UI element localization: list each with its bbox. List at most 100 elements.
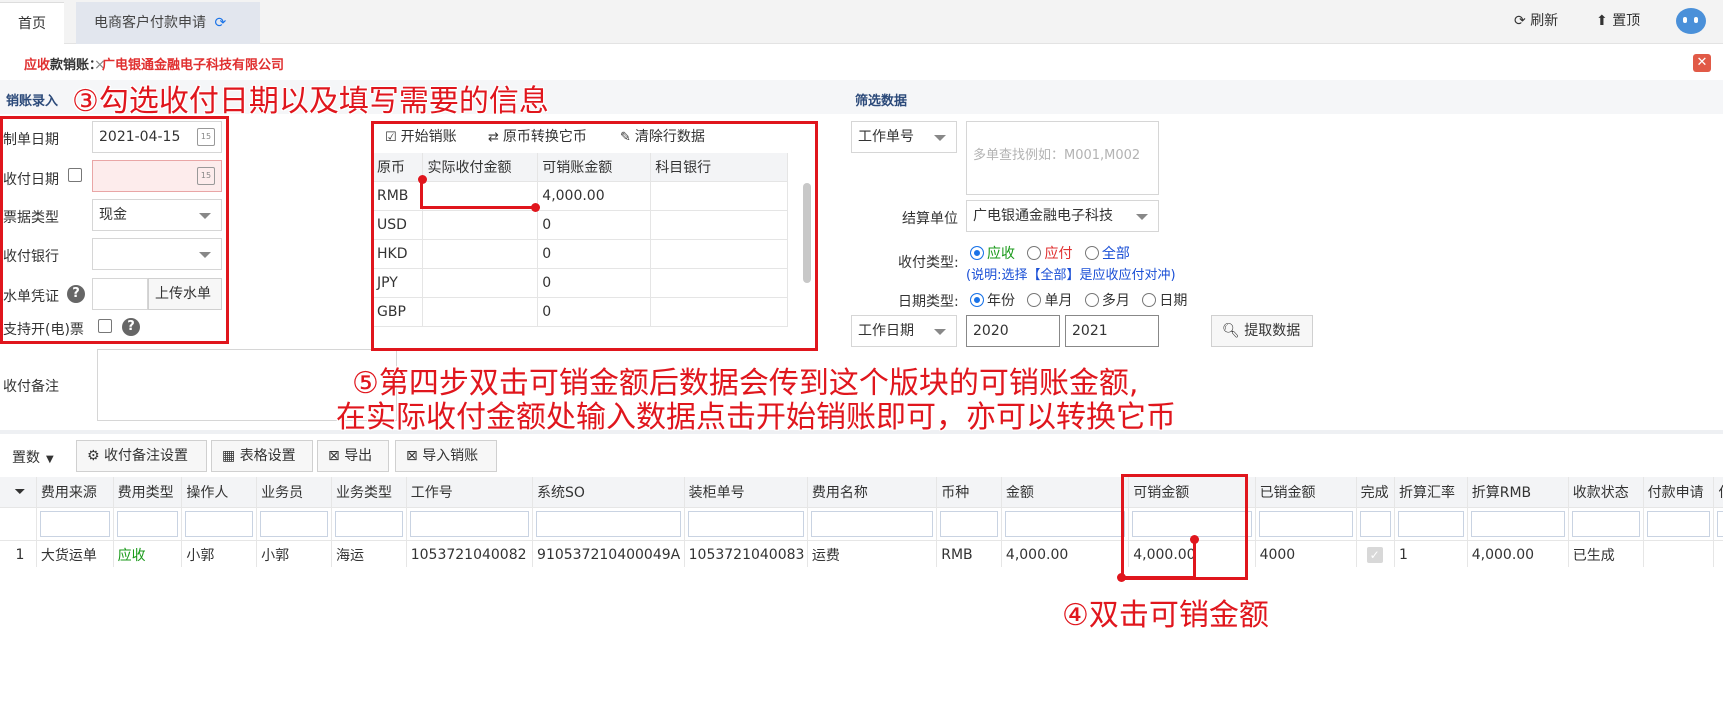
grid-filter-cell[interactable]	[331, 507, 407, 541]
grid-col-header[interactable]: 付款申请	[1643, 477, 1715, 508]
pay-type-radio-receivable[interactable]	[970, 246, 984, 260]
table-row[interactable]: 1 大货运单 应收 小郭 小郭 海运 1053721040082 91053721040004…	[0, 540, 1723, 567]
grid-col-header[interactable]: 币种	[936, 477, 1002, 508]
grid-filter-cell[interactable]	[1394, 507, 1468, 541]
work-no-select[interactable]: 工作单号	[851, 121, 957, 153]
annotation-step3: ③勾选收付日期以及填写需要的信息	[72, 84, 549, 119]
multi-order-textarea[interactable]: 多单查找例如：M001,M002	[966, 121, 1159, 195]
grid-filter-cell[interactable]	[1467, 507, 1569, 541]
grid-filter-cell[interactable]	[113, 507, 183, 541]
date-type-radios: 年份 单月 多月 日期	[970, 290, 1195, 310]
main-grid: ⏷ 费用来源 费用类型 操作人 业务员 业务类型 工作号 系统SO 装柜单号 费用名称 币种 金额 可销…	[0, 477, 1723, 567]
year-from-input[interactable]: 2020	[966, 315, 1060, 347]
refresh-button[interactable]: ⟳ 刷新	[1514, 8, 1558, 34]
grid-filter-cell[interactable]	[181, 507, 258, 541]
grid-col-header[interactable]: 业务类型	[331, 477, 407, 508]
date-type-radio-multi-month[interactable]	[1084, 293, 1099, 307]
tab-current[interactable]: 电商客户付款申请 ⟳ ×	[76, 2, 260, 73]
grid-cell: 910537210400049A	[532, 540, 685, 567]
grid-filter-input[interactable]	[185, 510, 254, 537]
chevron-down-icon	[934, 135, 946, 141]
pay-type-radio-all[interactable]	[1084, 246, 1099, 260]
refresh-label: 刷新	[1530, 13, 1559, 29]
date-type-radio-month[interactable]	[1027, 293, 1042, 307]
grid-filter-cell[interactable]	[256, 507, 332, 541]
gear-icon: ⚙	[87, 448, 105, 464]
grid-col-header[interactable]: 装柜单号	[684, 477, 808, 508]
grid-filter-cell[interactable]	[1356, 507, 1396, 541]
fetch-data-button[interactable]: 🔍︎ 提取数据	[1211, 315, 1313, 347]
grid-filter-input[interactable]	[687, 510, 804, 537]
grid-col-header[interactable]: 折算RMB	[1467, 477, 1569, 508]
grid-filter-input[interactable]	[536, 510, 681, 537]
tab-home[interactable]: 首页	[0, 2, 64, 44]
grid-filter-input[interactable]	[1717, 510, 1723, 537]
grid-col-header[interactable]: 系统SO	[532, 477, 685, 508]
grid-filter-cell[interactable]	[1713, 507, 1723, 541]
grid-col-header[interactable]: 费用名称	[807, 477, 938, 508]
grid-filter-cell[interactable]	[1001, 507, 1130, 541]
reset-dropdown[interactable]: 置数 ▼	[12, 447, 54, 467]
filter-icon[interactable]: ⏷	[0, 477, 37, 508]
grid-col-header[interactable]: 金额	[1001, 477, 1130, 508]
grid-filter-input[interactable]	[810, 510, 934, 537]
grid-col-header[interactable]: 已销金额	[1255, 477, 1357, 508]
settle-unit-select[interactable]: 广电银通金融电子科技	[966, 200, 1159, 232]
grid-filter-cell[interactable]	[1643, 507, 1715, 541]
date-type-radio-date[interactable]	[1142, 293, 1157, 307]
grid-col-header[interactable]: 完成	[1356, 477, 1396, 508]
caret-down-icon: ▼	[46, 454, 54, 465]
grid-filter-input[interactable]	[409, 510, 530, 537]
grid-filter-input[interactable]	[1398, 510, 1464, 537]
section-title-filter: 筛选数据	[855, 94, 908, 109]
grid-filter-cell[interactable]	[936, 507, 1002, 541]
grid-col-header[interactable]: 付款	[1713, 477, 1723, 508]
date-type-radio-year[interactable]	[970, 293, 984, 307]
grid-filter-input[interactable]	[1571, 510, 1640, 537]
grid-filter-cell[interactable]	[532, 507, 685, 541]
grid-filter-cell[interactable]	[36, 507, 114, 541]
grid-col-header[interactable]: 费用类型	[113, 477, 183, 508]
grid-filter-cell[interactable]	[1568, 507, 1644, 541]
export-button[interactable]: ⊠ 导出	[317, 440, 389, 472]
pin-top-button[interactable]: ⬆ 置顶	[1596, 8, 1640, 34]
done-checkbox[interactable]: ✓	[1366, 547, 1383, 563]
close-icon[interactable]: ✕	[1693, 54, 1711, 72]
grid-cell: 1	[1394, 540, 1468, 567]
grid-filter-input[interactable]	[940, 510, 998, 537]
annotation-box-writeoff	[1121, 474, 1248, 580]
grid-filter-input[interactable]	[1359, 510, 1391, 537]
annotation-dot	[1117, 573, 1126, 582]
grid-filter-cell[interactable]	[684, 507, 808, 541]
refresh-icon: ⟳	[1514, 13, 1531, 29]
grid-cell: ✓	[1356, 540, 1396, 567]
grid-filter-cell[interactable]	[807, 507, 938, 541]
refresh-tab-icon[interactable]: ⟳	[214, 15, 226, 31]
pay-type-note: (说明:选择【全部】是应收应付对冲)	[966, 268, 1176, 283]
note-setting-button[interactable]: ⚙ 收付备注设置	[76, 440, 207, 472]
grid-filter-input[interactable]	[260, 510, 328, 537]
table-setting-button[interactable]: ▦ 表格设置	[211, 440, 313, 472]
grid-filter-input[interactable]	[39, 510, 110, 537]
grid-col-header[interactable]: 业务员	[256, 477, 332, 508]
grid-filter-input[interactable]	[1004, 510, 1126, 537]
grid-filter-input[interactable]	[1646, 510, 1711, 537]
grid-filter-input[interactable]	[116, 510, 179, 537]
grid-col-header[interactable]: 收款状态	[1568, 477, 1644, 508]
grid-cell	[1643, 540, 1715, 567]
avatar[interactable]	[1676, 8, 1706, 34]
grid-cell: 1053721040082	[406, 540, 534, 567]
grid-filter-input[interactable]	[1470, 510, 1565, 537]
import-writeoff-button[interactable]: ⊠ 导入销账	[395, 440, 497, 472]
pay-type-radio-payable[interactable]	[1027, 246, 1042, 260]
grid-col-header[interactable]: 费用来源	[36, 477, 114, 508]
grid-filter-cell[interactable]	[1255, 507, 1357, 541]
work-date-select[interactable]: 工作日期	[851, 315, 957, 347]
grid-filter-cell[interactable]	[406, 507, 534, 541]
grid-filter-input[interactable]	[334, 510, 403, 537]
grid-col-header[interactable]: 工作号	[406, 477, 534, 508]
grid-col-header[interactable]: 折算汇率	[1394, 477, 1468, 508]
year-to-input[interactable]: 2021	[1065, 315, 1159, 347]
grid-filter-input[interactable]	[1258, 510, 1353, 537]
grid-col-header[interactable]: 操作人	[181, 477, 258, 508]
